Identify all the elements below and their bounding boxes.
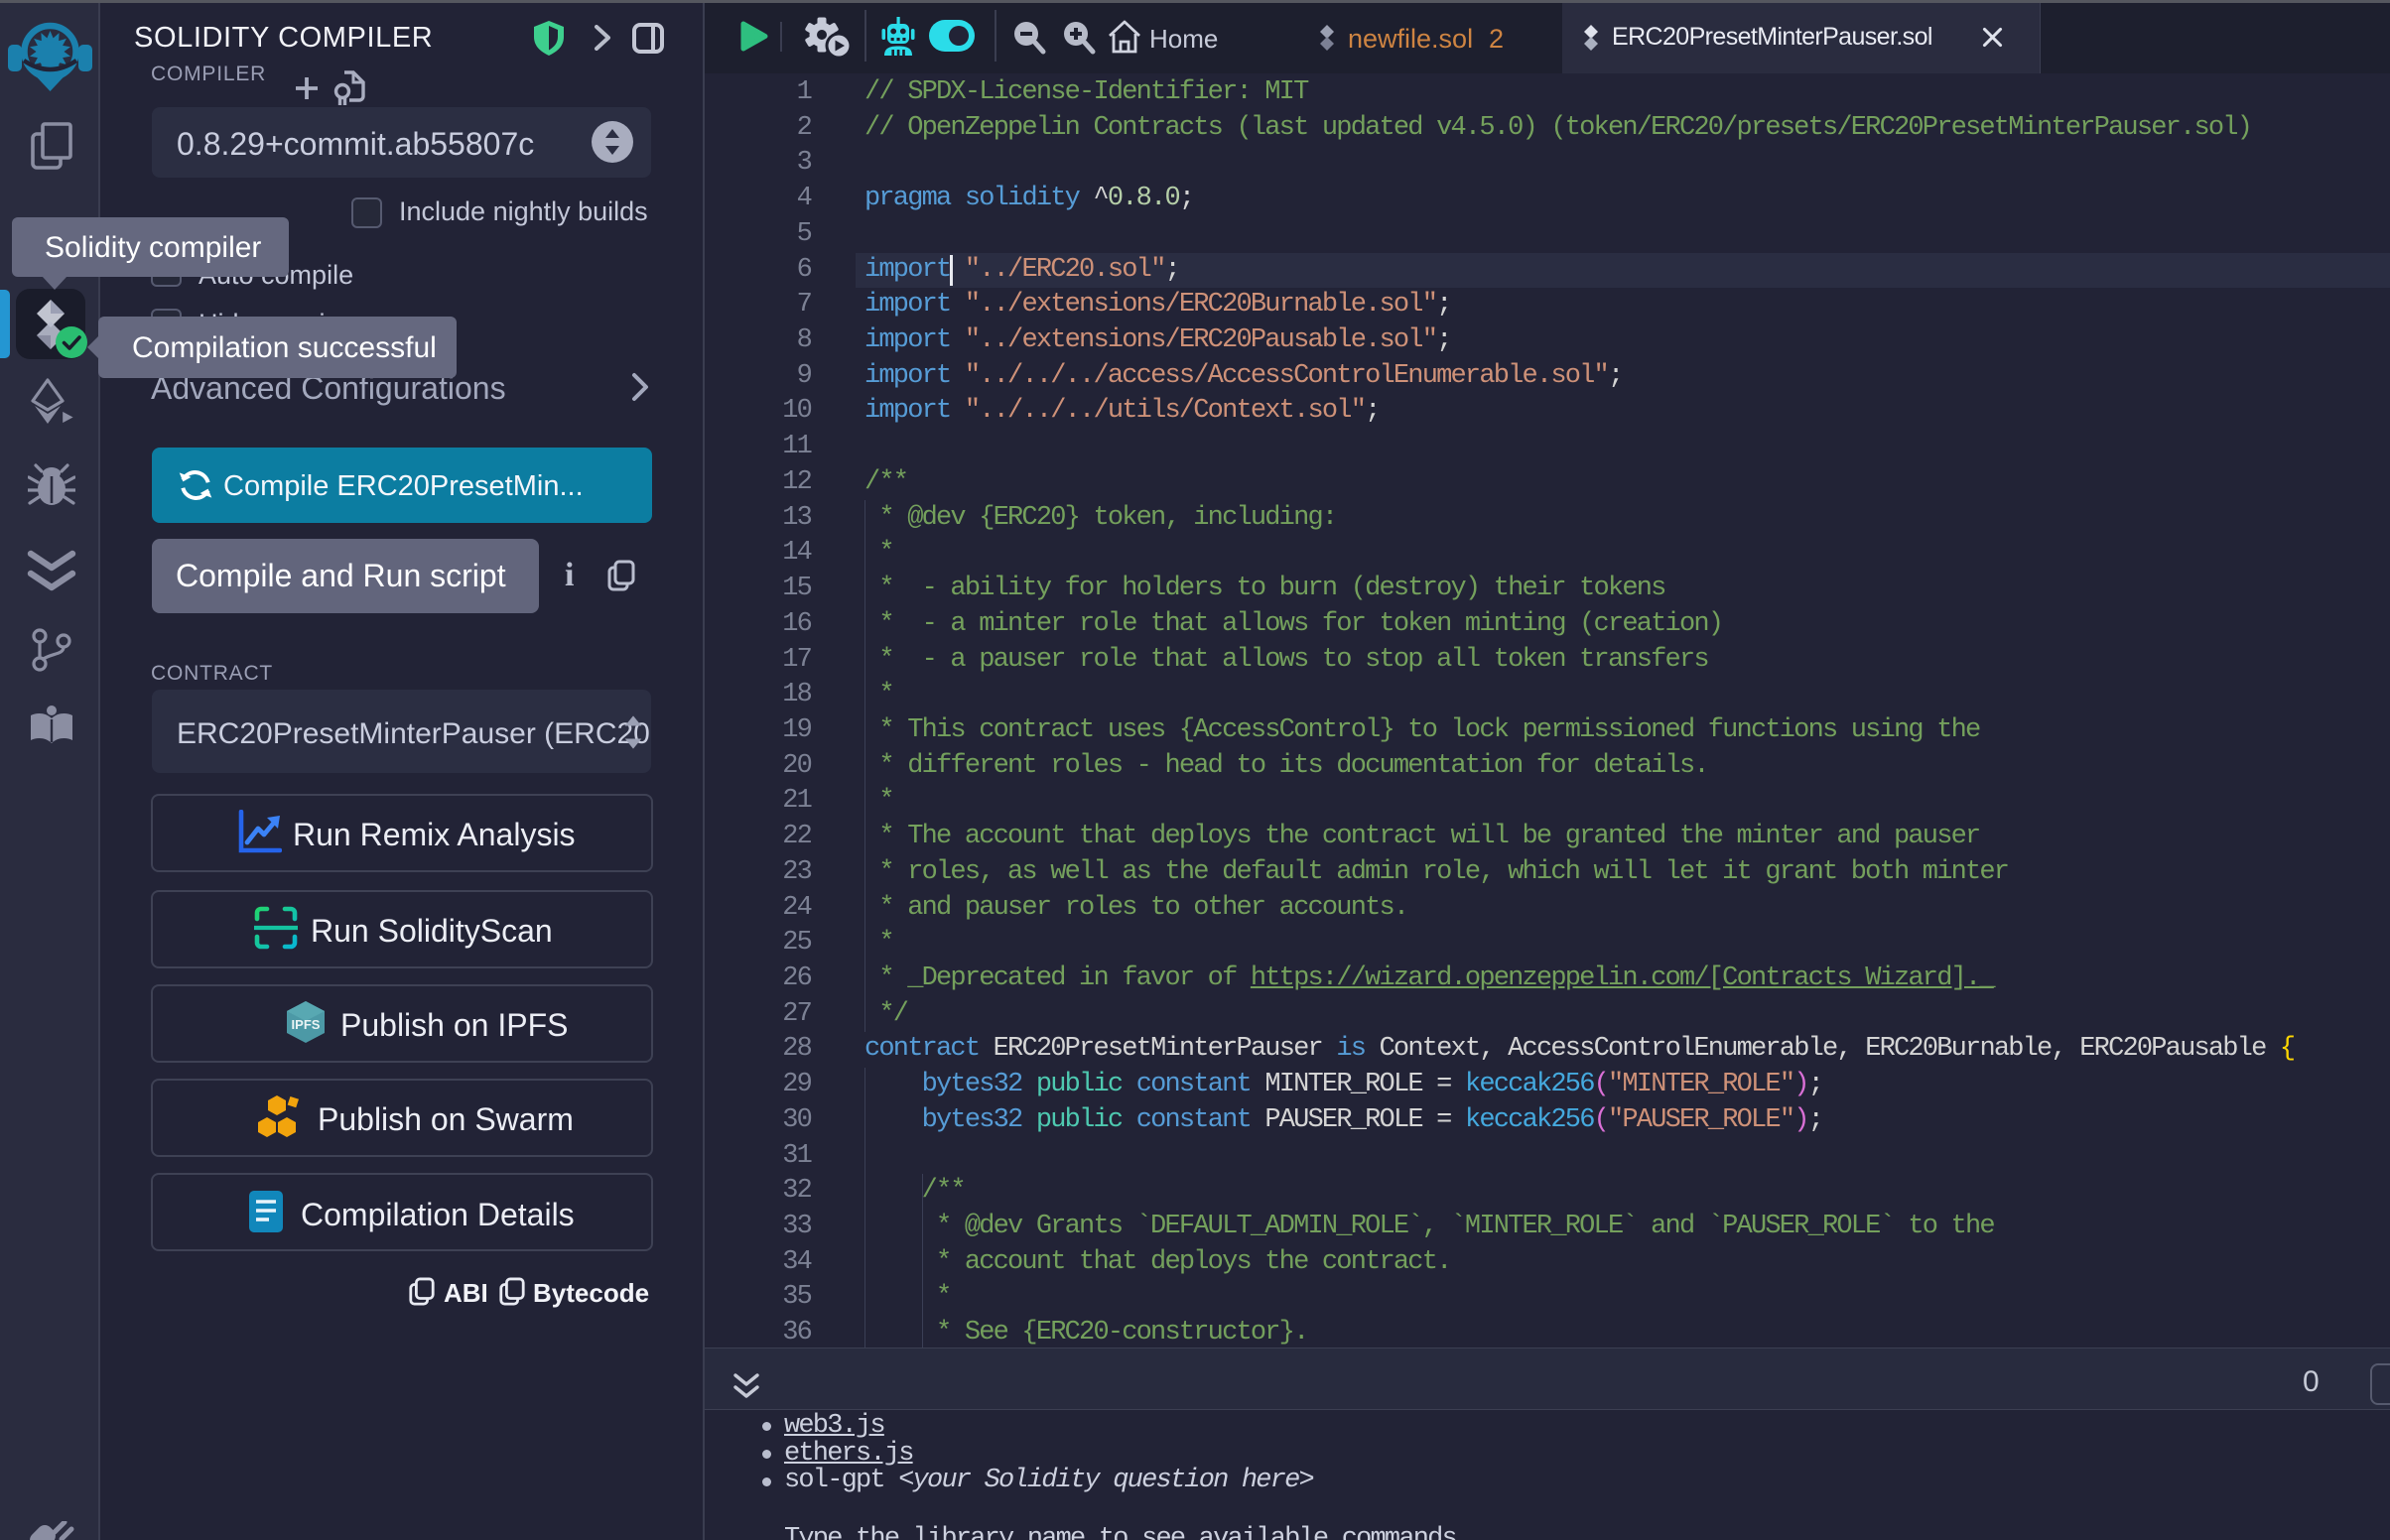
svg-text:IPFS: IPFS (292, 1017, 321, 1032)
